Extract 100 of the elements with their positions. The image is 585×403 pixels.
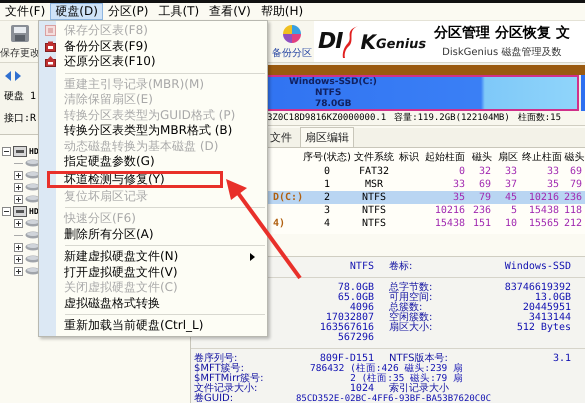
table-icon	[44, 40, 56, 52]
partition-text: NTFS	[315, 88, 342, 98]
table-cell: FAT32	[358, 166, 390, 177]
table-cell: 37	[504, 178, 517, 190]
column-header: 文件系统	[353, 150, 395, 164]
partition-text: Windows-SSD(C:)	[289, 76, 377, 88]
table-cell: 35	[546, 178, 559, 190]
backup-partition-button[interactable]: 备份分区	[270, 21, 314, 62]
field-label: 卷标:	[389, 261, 412, 272]
table-cell: 0	[458, 166, 465, 177]
menu-item[interactable]: 新建虚拟硬盘文件(N)	[39, 249, 267, 264]
field-value: 1024	[350, 383, 374, 394]
next-arrow-icon[interactable]	[14, 71, 22, 81]
menu-item[interactable]: 指定硬盘参数(G)	[39, 154, 267, 170]
field-label: $MFT簇号:	[194, 363, 244, 374]
table-cell: NTFS	[362, 218, 386, 229]
slogan-text: 分区管理 分区恢复 文	[434, 24, 570, 42]
field-label: 扇区大小:	[389, 322, 432, 333]
field-label: 可用空间:	[389, 292, 432, 303]
pie-chart-icon	[281, 24, 303, 44]
menu-bar-item[interactable]: 文件(F)	[0, 3, 50, 20]
table-cell: NTFS	[362, 204, 386, 216]
expand-icon[interactable]	[14, 194, 23, 204]
field-value: 83746619392	[504, 282, 571, 293]
table-cell: 4	[324, 218, 330, 229]
disk-capacity: 容量:119.2GB(122104MB)	[394, 112, 510, 124]
table-cell: 33	[504, 166, 517, 177]
partition-name: 4)	[273, 218, 286, 229]
table-cell: 15565	[528, 218, 559, 229]
tree-item[interactable]: HD	[29, 146, 39, 156]
menu-bar-item[interactable]: 分区(P)	[102, 3, 154, 20]
column-header: 磁头	[564, 150, 585, 164]
table-icon	[44, 25, 56, 36]
expand-icon[interactable]	[14, 266, 23, 276]
field-label: $MFTMirr簇号:	[194, 373, 264, 384]
menu-bar-item[interactable]: 查看(V)	[204, 3, 256, 20]
field-value: 65.0GB	[338, 292, 374, 303]
column-header: 标识	[398, 150, 420, 164]
interface-label: 接口:R	[4, 112, 36, 125]
table-cell: NTFS	[362, 192, 386, 203]
table-cell: 10216	[528, 192, 559, 203]
expand-icon[interactable]	[14, 218, 23, 228]
table-cell: 0	[324, 166, 330, 177]
field-value: 20445951	[522, 302, 571, 313]
expand-icon[interactable]	[14, 242, 23, 252]
table-cell: 79	[570, 178, 582, 190]
table-cell: 1	[324, 178, 330, 190]
table-cell: 33	[546, 166, 559, 177]
logo-text: Genius	[376, 36, 426, 52]
field-value: 512 Bytes	[516, 322, 571, 333]
column-header: 序号(状态)	[303, 150, 351, 164]
field-label: 总簇数:	[389, 302, 422, 313]
field-value: 786432 (柱面:426 磁头:239 扇	[310, 363, 463, 374]
table-cell: 236	[472, 204, 491, 216]
table-cell: 69	[570, 166, 582, 177]
table-cell: 33	[452, 178, 465, 190]
disk-serial: 3Z0C18D9816KZ0000000.1	[267, 112, 386, 123]
subtitle-text: DiskGenius 磁盘管理及数	[441, 46, 562, 59]
field-label: 总字节数:	[389, 282, 432, 293]
menu-bar-item[interactable]: 工具(T)	[153, 3, 204, 20]
field-label: 卷序列号:	[194, 353, 238, 364]
table-cell: 2	[324, 192, 330, 203]
menu-item[interactable]: 备份分区表(F9)	[39, 38, 267, 54]
expand-icon[interactable]	[14, 254, 23, 264]
table-cell: 10	[504, 218, 517, 229]
table-cell: 15438	[434, 218, 465, 229]
tab[interactable]: 文件	[266, 128, 296, 147]
table-cell: 212	[564, 218, 582, 229]
collapse-icon[interactable]	[2, 146, 11, 156]
field-value: 2 (柱面:35 磁头:79 扇	[350, 373, 463, 384]
menu-bar-item[interactable]: 硬盘(D)	[50, 3, 103, 20]
table-cell: 3	[324, 204, 330, 216]
logo-text: DI	[318, 29, 342, 54]
tree-item[interactable]: HD	[29, 206, 39, 216]
disk-cylinders: 柱面数:15	[518, 112, 562, 124]
table-cell: 118	[564, 204, 582, 216]
menu-item[interactable]: 重新加载当前硬盘(Ctrl_L)	[39, 318, 267, 334]
menu-bar-item[interactable]: 帮助(H)	[256, 3, 308, 20]
field-value: Windows-SSD	[504, 261, 571, 272]
column-header: 磁头	[471, 150, 493, 164]
expand-icon[interactable]	[14, 170, 23, 180]
field-value: 85CD352E-02BC-4FF6-93BF-BA53B7620C0C	[296, 394, 492, 403]
menu-item[interactable]: 还原分区表(F10)	[39, 54, 267, 70]
partition-text: 78.0GB	[315, 98, 352, 110]
field-value: 809F-D151	[320, 353, 374, 364]
tab[interactable]: 扇区编辑	[300, 126, 354, 147]
partition-name: D(C:)	[273, 192, 304, 203]
table-cell: 15438	[528, 204, 559, 216]
table-icon	[44, 56, 56, 68]
menu-item[interactable]: 删除所有分区(A)	[39, 226, 267, 242]
menu-item[interactable]: 打开虚拟硬盘文件(V)	[39, 264, 267, 280]
field-value: 567296	[338, 332, 374, 343]
table-cell: 236	[564, 192, 582, 203]
menu-item[interactable]: 虚拟磁盘格式转换	[39, 296, 267, 311]
field-value: 17032807	[326, 312, 374, 323]
expand-icon[interactable]	[14, 182, 23, 192]
previous-arrow-icon[interactable]	[4, 71, 12, 81]
table-cell: 45	[504, 192, 517, 203]
menu-item[interactable]: 转换分区表类型为MBR格式 (B)	[39, 123, 267, 138]
collapse-icon[interactable]	[2, 206, 11, 216]
